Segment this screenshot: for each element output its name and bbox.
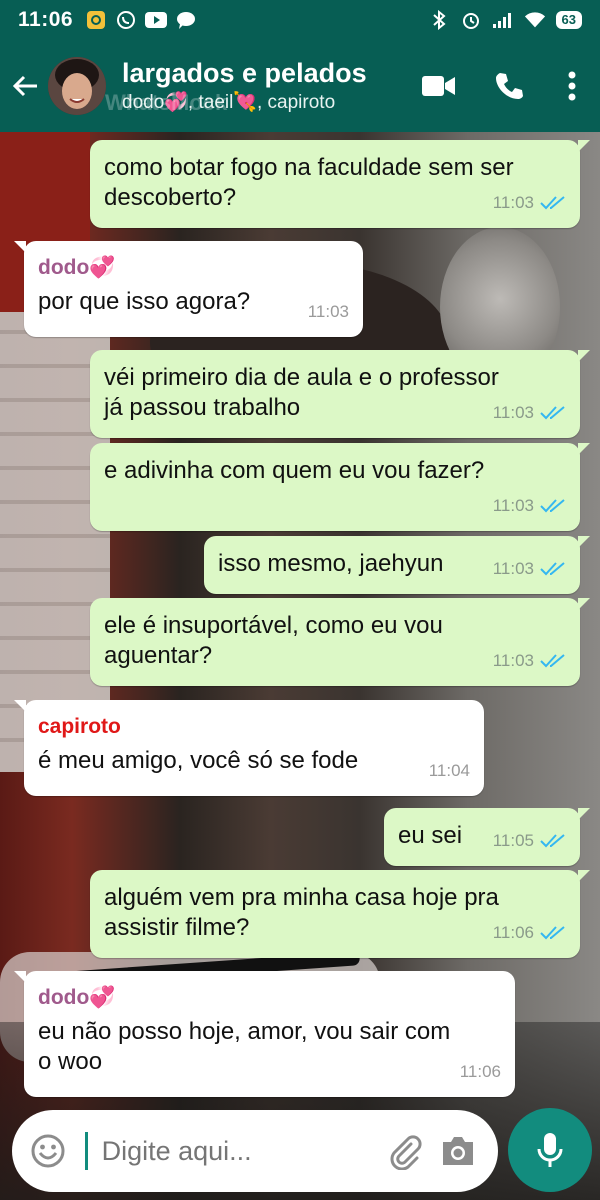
message-meta: 11:05 [493,826,566,856]
back-button[interactable] [0,40,50,132]
message-sender[interactable]: dodo💞 [38,985,501,1011]
incoming-message[interactable]: dodo💞 eu não posso hoje, amor, vou sair c… [14,971,515,1097]
battery-indicator: 63 [555,11,582,29]
incoming-message[interactable]: capiroto é meu amigo, você só se fode 11:0… [14,700,484,796]
video-call-button[interactable] [404,40,474,132]
outgoing-message[interactable]: alguém vem pra minha casa hoje pra assis… [90,870,590,958]
voice-record-button[interactable] [508,1108,592,1192]
message-time: 11:06 [492,923,534,942]
double-check-icon [540,654,565,668]
outgoing-message[interactable]: e adivinha com quem eu vou fazer? 11:03 [90,443,590,531]
message-text: e adivinha com quem eu vou fazer? [104,457,485,484]
message-meta: 11:03 [493,188,566,218]
more-options-button[interactable] [544,40,600,132]
chat-title: largados e pelados [122,58,367,88]
message-meta: 11:03 [493,554,566,584]
phone-icon [496,73,523,99]
alarm-icon [460,9,482,31]
message-sender[interactable]: dodo💞 [38,255,349,281]
outgoing-message[interactable]: como botar fogo na faculdade sem ser des… [90,140,590,228]
double-check-icon [540,834,565,848]
more-vert-icon [568,71,576,101]
message-meta: 11:06 [493,918,566,948]
message-time: 11:06 [459,1062,501,1081]
mic-icon [537,1133,563,1167]
emoji-icon [31,1134,65,1168]
outgoing-message[interactable]: eu sei 11:05 [384,808,590,866]
group-avatar[interactable] [48,57,106,115]
message-time: 11:03 [492,193,534,212]
message-text: por que isso agora? [38,288,251,315]
outgoing-message[interactable]: véi primeiro dia de aula e o professor j… [90,350,590,438]
youtube-notification-icon [145,9,168,31]
status-time: 11:06 [18,8,74,31]
message-notification-icon [175,9,197,31]
outgoing-message[interactable]: ele é insuportável, como eu vou aguentar… [90,598,590,686]
back-arrow-icon [12,75,37,97]
message-text: eu não posso hoje, amor, vou sair com o … [38,1018,451,1075]
emoji-button[interactable] [30,1131,67,1171]
message-time: 11:03 [492,403,534,422]
double-check-icon [540,562,565,576]
message-input[interactable] [101,1135,382,1167]
double-check-icon [540,406,565,420]
signal-icon [492,9,514,31]
message-meta: 11:06 [460,1057,501,1087]
bluetooth-icon [428,9,450,31]
message-meta: 11:03 [493,398,566,428]
text-cursor [84,1132,88,1170]
video-call-icon [422,76,455,96]
message-time: 11:03 [307,302,349,321]
message-meta: 11:03 [493,491,566,521]
camera-button[interactable] [436,1127,480,1175]
wifi-icon [524,9,546,31]
double-check-icon [540,926,565,940]
double-check-icon [540,499,565,513]
message-meta: 11:03 [308,297,349,327]
message-composer [12,1110,498,1192]
voice-call-button[interactable] [474,40,544,132]
message-time: 11:04 [428,761,470,780]
watermark: WhatsMock [105,90,228,115]
whatsapp-notification-icon [115,9,137,31]
camera-icon [442,1137,473,1165]
message-time: 11:03 [492,496,534,515]
outgoing-message[interactable]: isso mesmo, jaehyun 11:03 [204,536,590,594]
message-time: 11:03 [492,651,534,670]
notification-icon [85,9,107,31]
chat-header: largados e pelados dodo💞, taeil💘, capiro… [0,40,600,132]
attach-button[interactable] [382,1127,426,1175]
message-meta: 11:03 [493,646,566,676]
message-time: 11:05 [492,831,534,850]
message-text: é meu amigo, você só se fode [38,747,359,774]
incoming-message[interactable]: dodo💞 por que isso agora? 11:03 [14,241,363,337]
attach-icon [390,1135,422,1170]
status-bar: 11:06 63 [0,0,600,40]
double-check-icon [540,196,565,210]
message-sender[interactable]: capiroto [38,714,470,740]
message-time: 11:03 [492,559,534,578]
message-meta: 11:04 [429,756,470,786]
